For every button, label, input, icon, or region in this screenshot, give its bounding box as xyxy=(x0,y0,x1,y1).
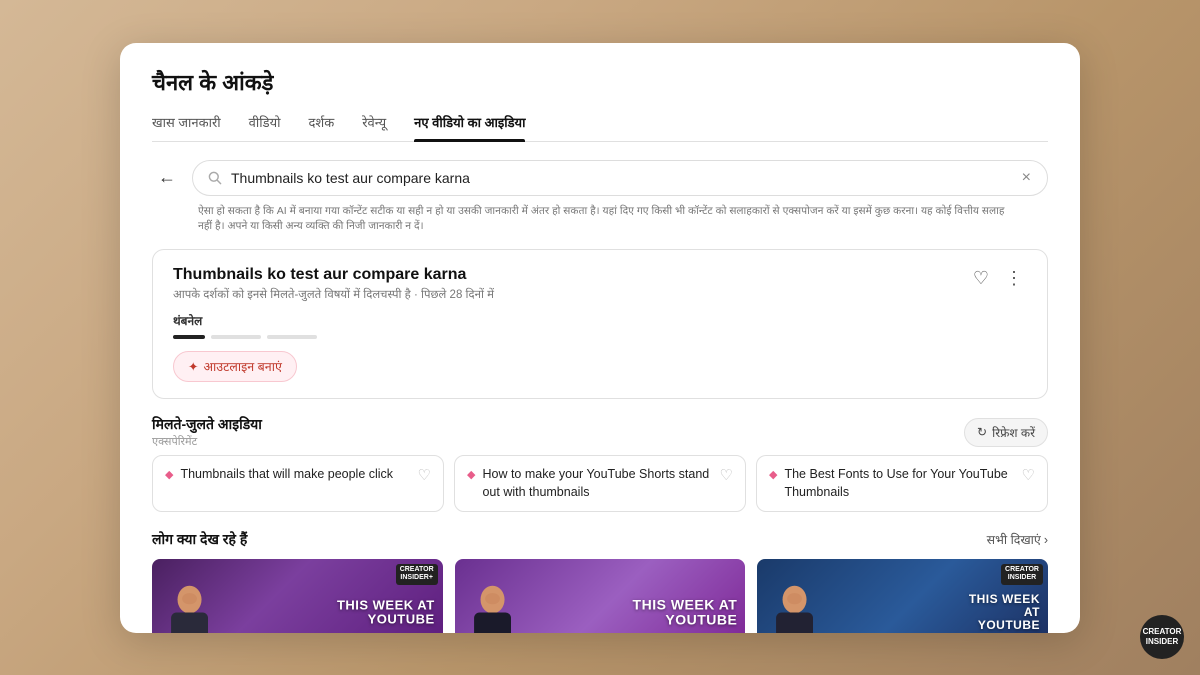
see-all-label: सभी दिखाएं xyxy=(987,531,1041,548)
related-ideas-section: मिलते-जुलते आइडिया एक्सपेरिमेंट ↻ रिफ्रे… xyxy=(152,415,1048,512)
video-text-2: THIS WEEKATYOUTUBE xyxy=(969,593,1040,632)
idea-text-2: The Best Fonts to Use for Your YouTube T… xyxy=(784,466,1014,501)
ideas-grid: ◆ Thumbnails that will make people click… xyxy=(152,455,1048,512)
person-svg-0 xyxy=(160,582,220,633)
diamond-icon-2: ◆ xyxy=(769,468,777,481)
search-clear-button[interactable]: × xyxy=(1020,169,1033,187)
videos-grid: THIS WEEK ATYOUTUBE CREATORINSIDER+ 1:57 xyxy=(152,559,1048,633)
video-inner-1: THIS WEEK ATYOUTUBE 1:22 xyxy=(455,559,746,633)
idea-text-0: Thumbnails that will make people click xyxy=(180,466,410,484)
creator-avatar[interactable]: CREATOR INSIDER xyxy=(1140,615,1184,659)
idea-card-subtitle: आपके दर्शकों को इनसे मिलते-जुलते विषयों … xyxy=(173,287,494,302)
watching-title: लोग क्या देख रहे हैं xyxy=(152,530,247,549)
watching-header: लोग क्या देख रहे हैं सभी दिखाएं › xyxy=(152,530,1048,549)
idea-card: Thumbnails ko test aur compare karna आपक… xyxy=(152,249,1048,399)
idea-more-button[interactable]: ⋮ xyxy=(1001,266,1027,291)
idea-like-button[interactable]: ♡ xyxy=(969,266,993,291)
search-bar[interactable]: Thumbnails ko test aur compare karna × xyxy=(192,160,1048,196)
outline-button[interactable]: ✦ आउटलाइन बनाएं xyxy=(173,351,297,382)
thumbnail-placeholder xyxy=(173,335,1027,339)
page-title: चैनल के आंकड़े xyxy=(152,67,1048,97)
video-text-1: THIS WEEK ATYOUTUBE xyxy=(633,598,738,629)
diamond-icon-1: ◆ xyxy=(467,468,475,481)
idea-item-0[interactable]: ◆ Thumbnails that will make people click… xyxy=(152,455,444,512)
outline-btn-label: आउटलाइन बनाएं xyxy=(203,358,281,375)
idea-item-1[interactable]: ◆ How to make your YouTube Shorts stand … xyxy=(454,455,746,512)
idea-card-title: Thumbnails ko test aur compare karna xyxy=(173,266,494,284)
main-card: चैनल के आंकड़े खास जानकारी वीडियो दर्शक … xyxy=(120,43,1080,633)
video-text-0: THIS WEEK ATYOUTUBE xyxy=(337,599,435,628)
watching-section: लोग क्या देख रहे हैं सभी दिखाएं › THIS W… xyxy=(152,530,1048,633)
refresh-icon: ↻ xyxy=(977,425,987,439)
tab-audience[interactable]: दर्शक xyxy=(309,113,335,141)
search-row: ← Thumbnails ko test aur compare karna × xyxy=(152,160,1048,196)
tab-bar: खास जानकारी वीडियो दर्शक रेवेन्यू नए वीड… xyxy=(152,113,1048,142)
see-all-button[interactable]: सभी दिखाएं › xyxy=(987,531,1048,548)
back-button[interactable]: ← xyxy=(152,163,182,192)
idea-like-2[interactable]: ♡ xyxy=(1022,466,1035,484)
related-ideas-header: मिलते-जुलते आइडिया एक्सपेरिमेंट ↻ रिफ्रे… xyxy=(152,415,1048,449)
idea-like-0[interactable]: ♡ xyxy=(418,466,431,484)
refresh-label: रिफ्रेश करें xyxy=(992,424,1035,441)
thumb-bar-light xyxy=(211,335,261,339)
creator-badge-0: CREATORINSIDER+ xyxy=(396,564,438,585)
wand-icon: ✦ xyxy=(188,359,198,374)
video-thumb-1[interactable]: THIS WEEK ATYOUTUBE 1:22 xyxy=(455,559,746,633)
creator-avatar-label: CREATOR INSIDER xyxy=(1140,627,1184,646)
chevron-right-icon: › xyxy=(1044,533,1048,547)
person-svg-1 xyxy=(463,582,523,633)
related-ideas-subtitle: एक्सपेरिमेंट xyxy=(152,434,262,449)
search-value: Thumbnails ko test aur compare karna xyxy=(231,170,1020,186)
person-svg-2 xyxy=(765,582,825,633)
video-thumb-2[interactable]: THIS WEEKATYOUTUBE CREATORINSIDER 1:20 xyxy=(757,559,1048,633)
thumb-bar-dark xyxy=(173,335,205,339)
disclaimer-text: ऐसा हो सकता है कि AI में बनाया गया कॉन्ट… xyxy=(198,204,1010,236)
idea-item-2[interactable]: ◆ The Best Fonts to Use for Your YouTube… xyxy=(756,455,1048,512)
thumb-bar-light2 xyxy=(267,335,317,339)
tab-videos[interactable]: वीडियो xyxy=(249,113,281,141)
video-inner-2: THIS WEEKATYOUTUBE CREATORINSIDER 1:20 xyxy=(757,559,1048,633)
refresh-button[interactable]: ↻ रिफ्रेश करें xyxy=(964,418,1048,447)
tab-overview[interactable]: खास जानकारी xyxy=(152,113,221,141)
tab-revenue[interactable]: रेवेन्यू xyxy=(362,113,386,141)
idea-like-1[interactable]: ♡ xyxy=(720,466,733,484)
video-inner-0: THIS WEEK ATYOUTUBE CREATORINSIDER+ 1:57 xyxy=(152,559,443,633)
search-icon xyxy=(207,170,223,186)
tab-new-ideas[interactable]: नए वीडियो का आइडिया xyxy=(414,113,525,141)
thumbnail-label: थंबनेल xyxy=(173,312,1027,329)
video-thumb-0[interactable]: THIS WEEK ATYOUTUBE CREATORINSIDER+ 1:57 xyxy=(152,559,443,633)
diamond-icon-0: ◆ xyxy=(165,468,173,481)
idea-text-1: How to make your YouTube Shorts stand ou… xyxy=(482,466,712,501)
creator-badge-2: CREATORINSIDER xyxy=(1001,564,1043,585)
related-ideas-title: मिलते-जुलते आइडिया xyxy=(152,415,262,434)
